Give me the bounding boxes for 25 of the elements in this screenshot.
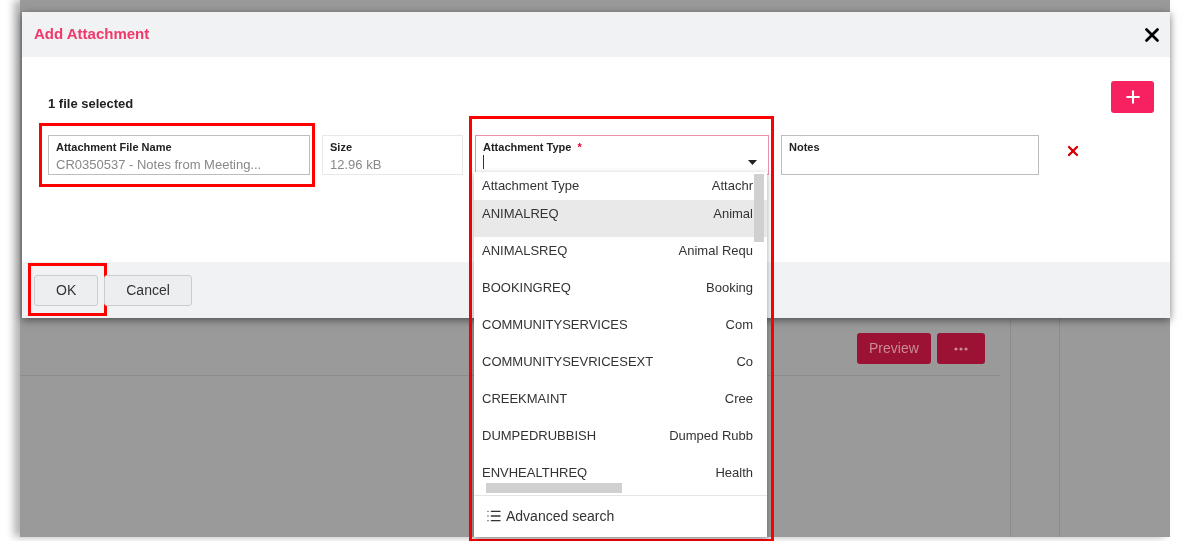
input-field[interactable]: Attachment File Name CR0350537 - Notes from Meeting... (48, 134, 310, 175)
scrollbar[interactable] (486, 482, 622, 493)
cancel-button[interactable]: Cancel (104, 274, 192, 306)
dropdown-option[interactable]: CREEKMAINT Cree (474, 384, 767, 422)
column-header: Attachment Type (482, 176, 580, 195)
ok-button[interactable]: OK (34, 274, 99, 306)
more-button[interactable] (936, 333, 985, 364)
caret-icon (748, 159, 757, 165)
select-field[interactable]: Attachment Type * (475, 134, 769, 175)
add-button[interactable] (1111, 80, 1154, 113)
dropdown-option[interactable]: COMMUNITYSEVRICESEXT Co (474, 347, 767, 385)
dialog-title: Add Attachment (34, 24, 150, 45)
dropdown-option[interactable]: BOOKINGREQ Booking (474, 273, 767, 311)
advanced-search-link[interactable]: Advanced search (486, 505, 615, 527)
dropdown-option[interactable]: DUMPEDRUBBISH Dumped Rubb (474, 421, 767, 459)
selection-count: 1 file selected (48, 95, 134, 113)
column-header: Attachr (711, 176, 753, 195)
dropdown-option[interactable]: ANIMALREQ Animal (474, 199, 767, 237)
dropdown-option[interactable]: ANIMALSREQ Animal Requ (474, 236, 767, 274)
input-field[interactable]: Size 12.96 kB (322, 134, 463, 175)
list-icon (486, 508, 502, 524)
more-icon (953, 346, 968, 351)
input-field[interactable]: Notes (781, 134, 1039, 175)
dropdown-option[interactable]: COMMUNITYSERVICES Com (474, 310, 767, 348)
scrollbar[interactable] (754, 173, 764, 242)
